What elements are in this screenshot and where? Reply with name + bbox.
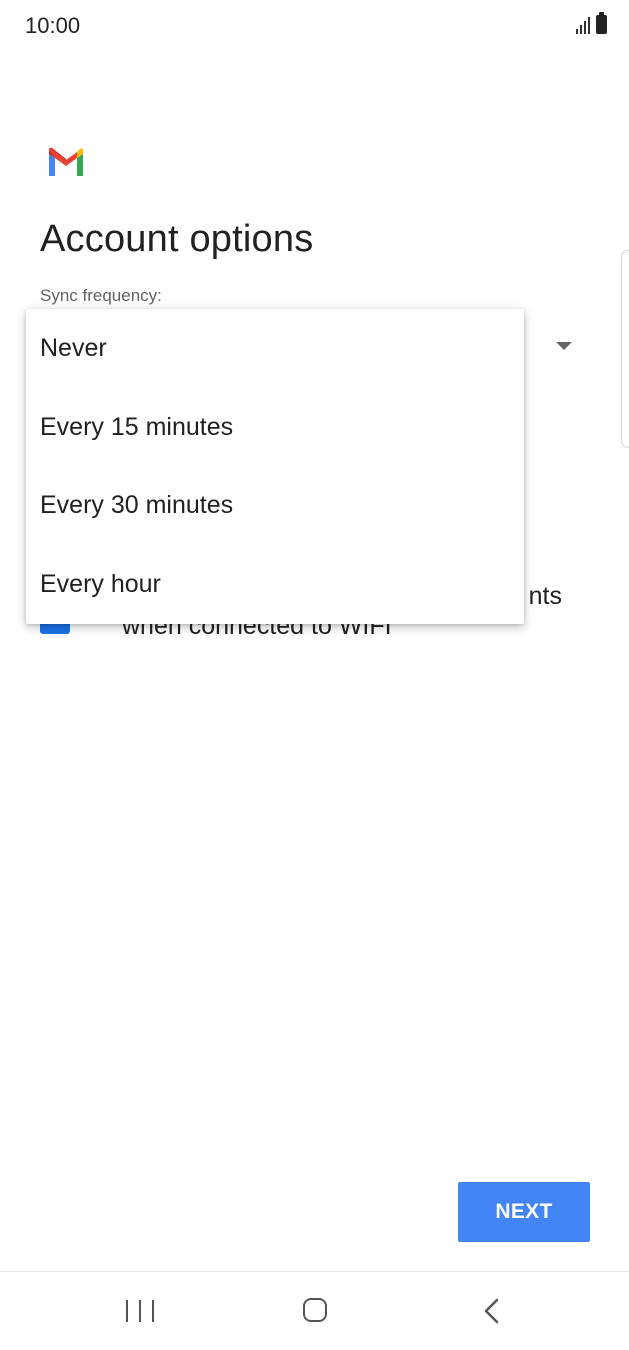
signal-icon: [576, 16, 590, 34]
status-icons: [576, 12, 607, 34]
status-bar: 10:00: [0, 0, 629, 54]
sync-frequency-dropdown: Never Every 15 minutes Every 30 minutes …: [26, 309, 524, 624]
back-icon[interactable]: [480, 1297, 504, 1325]
next-button[interactable]: NEXT: [458, 1182, 590, 1242]
navigation-bar: [0, 1271, 629, 1350]
status-time: 10:00: [25, 13, 81, 38]
sync-frequency-label: Sync frequency:: [40, 286, 162, 305]
dropdown-option-15-minutes[interactable]: Every 15 minutes: [26, 388, 524, 467]
dropdown-option-never[interactable]: Never: [26, 309, 524, 388]
recents-icon[interactable]: [126, 1300, 154, 1324]
scroll-indicator: [621, 250, 629, 448]
gmail-icon: [49, 147, 83, 176]
battery-icon: [596, 12, 607, 34]
chevron-down-icon[interactable]: [556, 342, 572, 350]
home-icon[interactable]: [303, 1298, 327, 1322]
dropdown-option-30-minutes[interactable]: Every 30 minutes: [26, 467, 524, 546]
page-title: Account options: [40, 218, 314, 260]
dropdown-option-hour[interactable]: Every hour: [26, 545, 524, 624]
